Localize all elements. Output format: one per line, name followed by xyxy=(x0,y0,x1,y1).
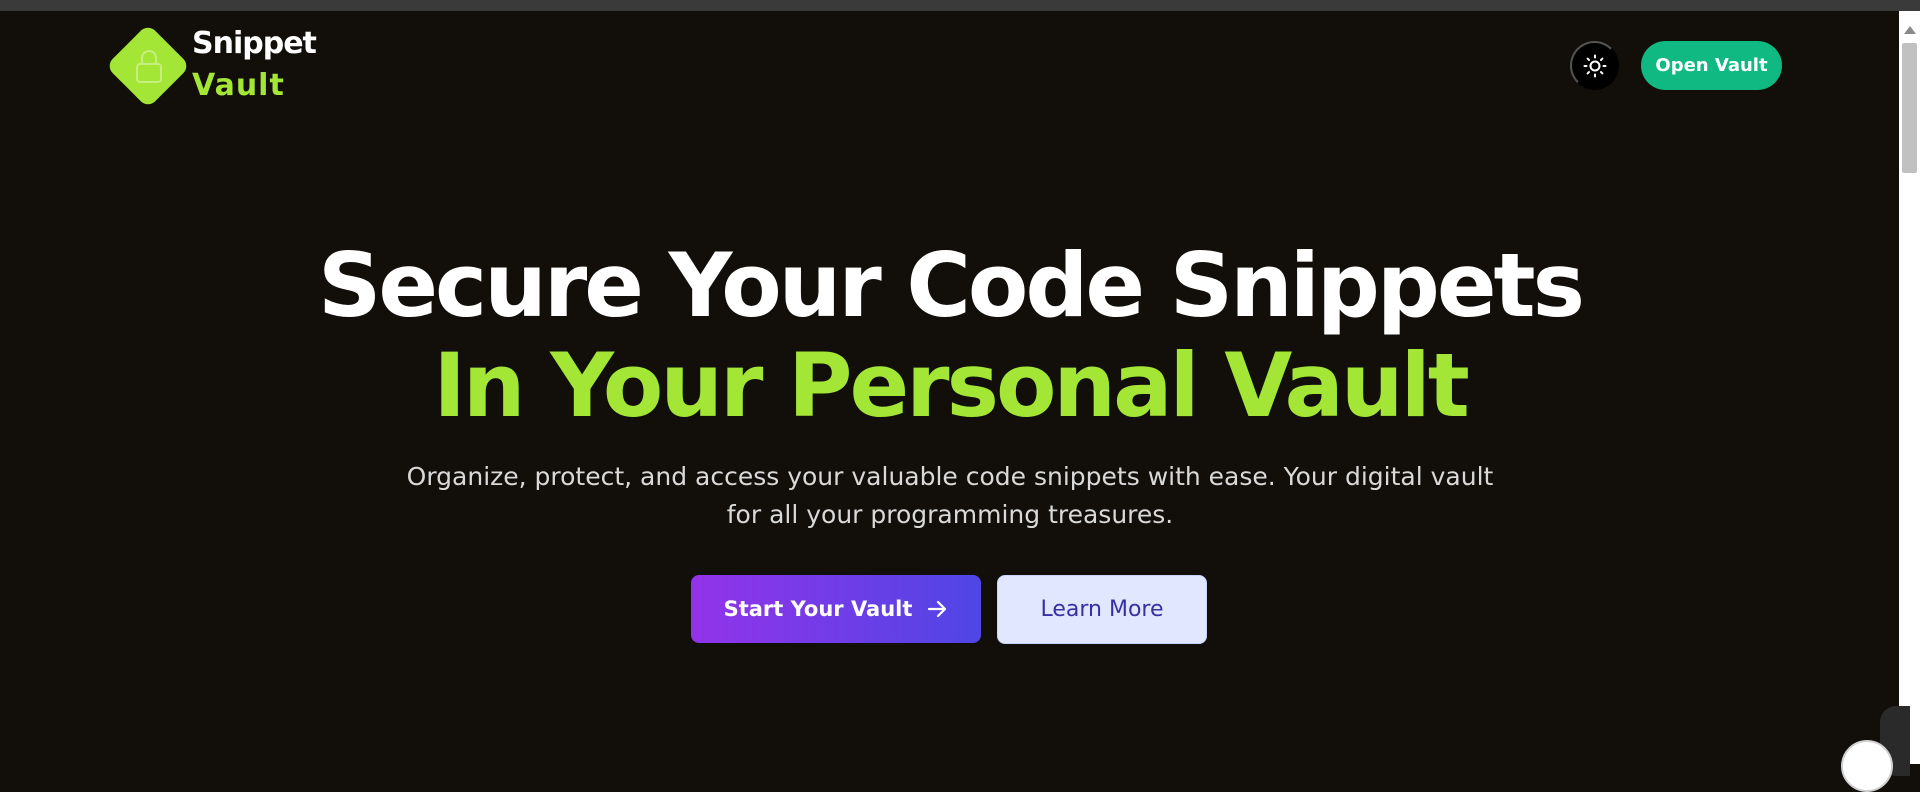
brand-logo[interactable]: Snippet Vault xyxy=(105,23,317,110)
theme-toggle-button[interactable] xyxy=(1570,41,1619,90)
hero-title-line2: In Your Personal Vault xyxy=(433,334,1470,437)
brand-name-line2: Vault xyxy=(192,68,285,103)
sun-icon xyxy=(1583,54,1606,77)
hero-subtitle: Organize, protect, and access your valua… xyxy=(406,462,1494,529)
brand-name-line1: Snippet xyxy=(192,26,317,61)
browser-top-strip xyxy=(0,0,1920,11)
scroll-thumb[interactable] xyxy=(1902,43,1917,173)
arrow-right-icon xyxy=(928,600,947,618)
start-vault-button[interactable]: Start Your Vault xyxy=(691,575,981,643)
page-scrollbar[interactable] xyxy=(1899,11,1920,764)
learn-more-button[interactable]: Learn More xyxy=(997,575,1207,644)
floating-widget-button[interactable] xyxy=(1841,740,1893,792)
open-vault-button[interactable]: Open Vault xyxy=(1641,41,1782,90)
hero-title: Secure Your Code Snippets In Your Person… xyxy=(0,236,1900,436)
start-vault-label: Start Your Vault xyxy=(723,597,913,621)
lock-icon xyxy=(136,50,162,83)
hero-title-line1: Secure Your Code Snippets xyxy=(317,234,1585,337)
scroll-up-arrow-icon[interactable] xyxy=(1904,26,1916,34)
